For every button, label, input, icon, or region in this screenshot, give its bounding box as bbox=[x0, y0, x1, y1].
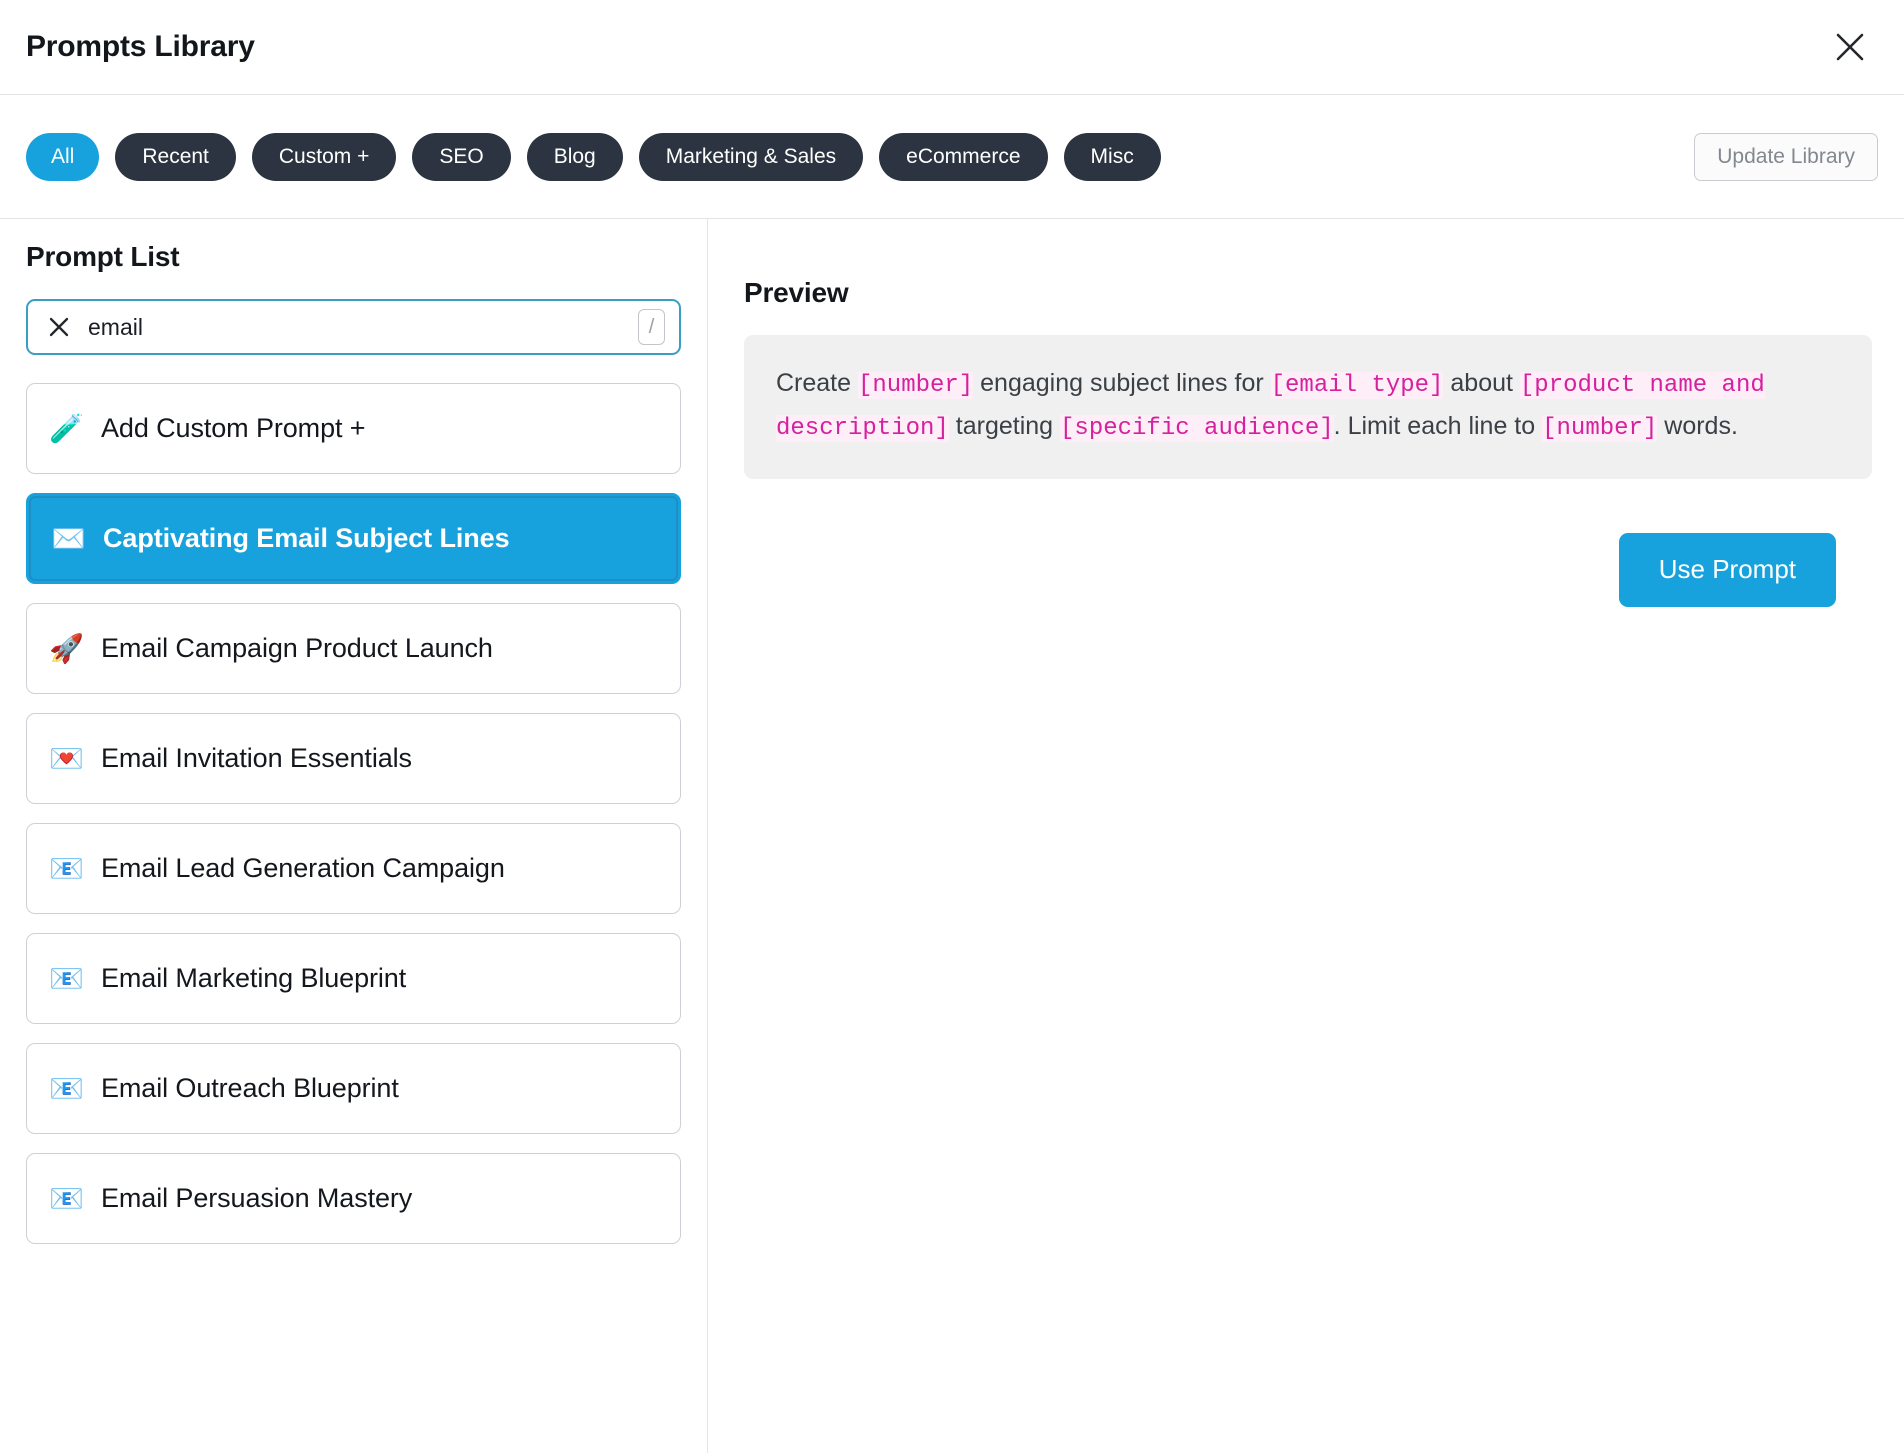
prompt-list-item-label: Email Lead Generation Campaign bbox=[101, 853, 505, 884]
prompt-list-item-label: Add Custom Prompt + bbox=[101, 413, 365, 444]
preview-placeholder-token: [specific audience] bbox=[1060, 415, 1334, 442]
preview-text: Create [number] engaging subject lines f… bbox=[776, 363, 1840, 449]
page-title: Prompts Library bbox=[26, 30, 255, 64]
use-prompt-label: Use Prompt bbox=[1659, 554, 1796, 584]
prompt-list-item[interactable]: 📧 Email Persuasion Mastery bbox=[26, 1153, 681, 1244]
category-filter-bar: All Recent Custom + SEO Blog Marketing & Sale… bbox=[0, 95, 1904, 219]
update-library-button[interactable]: Update Library bbox=[1694, 133, 1878, 181]
e-mail-icon: 📧 bbox=[49, 1185, 81, 1213]
dialog-titlebar: Prompts Library bbox=[0, 0, 1904, 95]
e-mail-icon: 📧 bbox=[49, 855, 81, 883]
preview-pane: Preview Create [number] engaging subject… bbox=[708, 219, 1904, 1453]
preview-text-segment: engaging subject lines for bbox=[973, 369, 1270, 397]
category-pill-blog[interactable]: Blog bbox=[527, 133, 623, 181]
prompt-list-heading: Prompt List bbox=[26, 241, 681, 273]
category-pill-marketing-sales[interactable]: Marketing & Sales bbox=[639, 133, 863, 181]
prompt-list-item[interactable]: 🧪 Add Custom Prompt + bbox=[26, 383, 681, 474]
preview-text-segment: targeting bbox=[949, 412, 1060, 440]
prompt-list-item[interactable]: ✉️ Captivating Email Subject Lines bbox=[26, 493, 681, 584]
category-pill-group: All Recent Custom + SEO Blog Marketing & Sale… bbox=[26, 133, 1161, 181]
prompt-list-item-label: Email Persuasion Mastery bbox=[101, 1183, 412, 1214]
prompt-list-pane: Prompt List / 🧪 Add Custom Prompt + ✉️ Capt… bbox=[0, 219, 708, 1453]
test-tube-icon: 🧪 bbox=[49, 415, 81, 443]
category-pill-seo[interactable]: SEO bbox=[412, 133, 510, 181]
preview-placeholder-token: [number] bbox=[1542, 415, 1657, 442]
prompt-list-item-label: Email Outreach Blueprint bbox=[101, 1073, 399, 1104]
preview-box: Create [number] engaging subject lines f… bbox=[744, 335, 1872, 479]
preview-placeholder-token: [email type] bbox=[1271, 372, 1444, 399]
preview-text-segment: Create bbox=[776, 369, 858, 397]
preview-text-segment: . Limit each line to bbox=[1334, 412, 1542, 440]
prompt-list-item-label: Email Marketing Blueprint bbox=[101, 963, 406, 994]
e-mail-icon: 📧 bbox=[49, 1075, 81, 1103]
use-prompt-button[interactable]: Use Prompt bbox=[1619, 533, 1836, 607]
prompt-list-item-label: Captivating Email Subject Lines bbox=[103, 523, 510, 554]
preview-actions: Use Prompt bbox=[744, 533, 1872, 607]
love-letter-icon: 💌 bbox=[49, 745, 81, 773]
preview-heading: Preview bbox=[744, 277, 1872, 309]
update-library-label: Update Library bbox=[1717, 145, 1855, 169]
prompt-list: 🧪 Add Custom Prompt + ✉️ Captivating Email … bbox=[26, 383, 681, 1244]
prompt-list-item-label: Email Invitation Essentials bbox=[101, 743, 412, 774]
clear-search-icon[interactable] bbox=[46, 314, 72, 340]
close-button[interactable] bbox=[1824, 21, 1876, 73]
search-input[interactable] bbox=[88, 301, 638, 353]
preview-text-segment: about bbox=[1443, 369, 1519, 397]
category-pill-ecommerce[interactable]: eCommerce bbox=[879, 133, 1047, 181]
category-pill-custom[interactable]: Custom + bbox=[252, 133, 396, 181]
category-pill-misc[interactable]: Misc bbox=[1064, 133, 1161, 181]
e-mail-icon: 📧 bbox=[49, 965, 81, 993]
prompt-list-item[interactable]: 💌 Email Invitation Essentials bbox=[26, 713, 681, 804]
prompt-list-item[interactable]: 🚀 Email Campaign Product Launch bbox=[26, 603, 681, 694]
dialog-content: Prompt List / 🧪 Add Custom Prompt + ✉️ Capt… bbox=[0, 219, 1904, 1453]
prompt-list-item[interactable]: 📧 Email Marketing Blueprint bbox=[26, 933, 681, 1024]
prompt-list-item[interactable]: 📧 Email Outreach Blueprint bbox=[26, 1043, 681, 1134]
envelope-icon: ✉️ bbox=[51, 525, 83, 553]
preview-placeholder-token: [number] bbox=[858, 372, 973, 399]
preview-text-segment: words. bbox=[1657, 412, 1738, 440]
prompt-list-item[interactable]: 📧 Email Lead Generation Campaign bbox=[26, 823, 681, 914]
category-pill-recent[interactable]: Recent bbox=[115, 133, 236, 181]
search-shortcut-key: / bbox=[638, 309, 665, 345]
close-icon bbox=[1833, 30, 1867, 64]
search-box[interactable]: / bbox=[26, 299, 681, 355]
category-pill-all[interactable]: All bbox=[26, 133, 99, 181]
prompt-list-item-label: Email Campaign Product Launch bbox=[101, 633, 493, 664]
rocket-icon: 🚀 bbox=[49, 635, 81, 663]
